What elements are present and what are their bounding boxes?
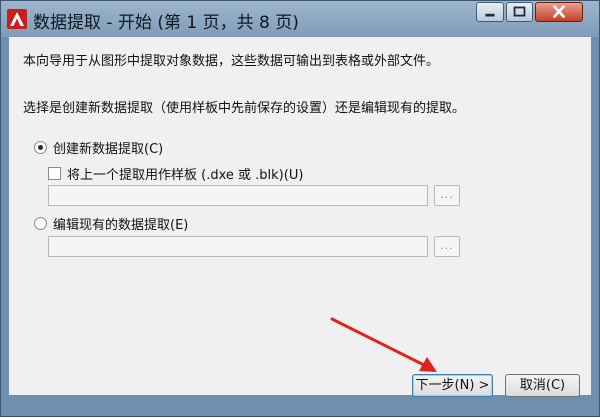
next-button[interactable]: 下一步(N) > [412,374,493,397]
checkbox-unchecked-icon[interactable] [48,167,61,180]
create-new-label: 创建新数据提取(C) [53,142,164,157]
close-button[interactable] [535,2,583,22]
cancel-button[interactable]: 取消(C) [505,374,580,397]
use-template-checkbox[interactable]: 将上一个提取用作样板 (.dxe 或 .blk)(U) [48,164,303,183]
intro-text: 本向导用于从图形中提取对象数据，这些数据可输出到表格或外部文件。 [23,54,440,69]
dialog-window: 数据提取 - 开始 (第 1 页，共 8 页) 本向导用于从图形中提取对象数据，… [0,0,600,417]
maximize-button[interactable] [506,2,533,22]
question-text: 选择是创建新数据提取（使用样板中先前保存的设置）还是编辑现有的提取。 [23,101,466,116]
window-title: 数据提取 - 开始 (第 1 页，共 8 页) [33,13,299,33]
minimize-button[interactable] [476,2,504,22]
template-path-field[interactable] [48,185,428,206]
edit-existing-label: 编辑现有的数据提取(E) [53,218,189,233]
title-bar[interactable]: 数据提取 - 开始 (第 1 页，共 8 页) [1,1,599,37]
dialog-body: 本向导用于从图形中提取对象数据，这些数据可输出到表格或外部文件。 选择是创建新数… [9,37,591,397]
use-template-label: 将上一个提取用作样板 (.dxe 或 .blk)(U) [67,168,304,183]
minimize-icon [485,13,495,17]
existing-extraction-path-field[interactable] [48,236,428,257]
close-icon [553,5,565,18]
maximize-icon [513,6,526,17]
autocad-logo-icon [7,9,27,29]
radio-unselected-icon[interactable] [34,217,47,230]
create-new-extraction-radio[interactable]: 创建新数据提取(C) [34,138,163,157]
radio-selected-icon[interactable] [34,141,47,154]
existing-browse-button[interactable]: ... [434,236,460,257]
edit-existing-extraction-radio[interactable]: 编辑现有的数据提取(E) [34,214,188,233]
template-browse-button[interactable]: ... [434,185,460,206]
